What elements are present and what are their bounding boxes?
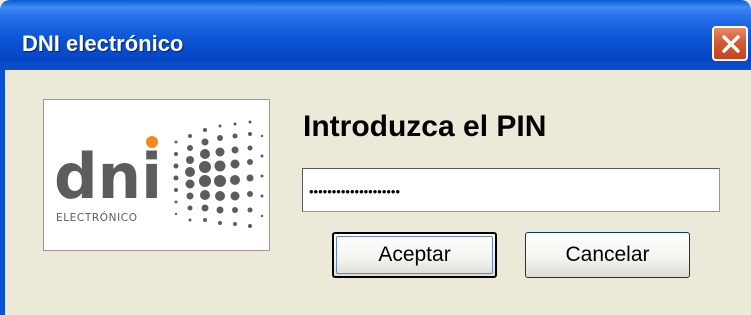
title-bar[interactable]: DNI electrónico	[0, 0, 751, 70]
dni-dots-logo: dni ELECTRÓNICO	[54, 120, 264, 228]
logo-brand-text: dni	[54, 140, 162, 213]
cancel-button-label: Cancelar	[565, 243, 650, 266]
accept-button[interactable]: Aceptar	[332, 232, 497, 278]
dni-pin-dialog: DNI electrónico dni ELECTRÓNICO Introduz…	[0, 0, 751, 315]
cancel-button[interactable]: Cancelar	[525, 232, 690, 278]
logo-subtitle-text: ELECTRÓNICO	[56, 211, 138, 224]
dni-logo: dni ELECTRÓNICO	[43, 99, 270, 251]
pin-input[interactable]	[302, 168, 720, 212]
window-title: DNI electrónico	[22, 31, 184, 56]
logo-dot-grid	[173, 120, 264, 228]
close-x-icon	[722, 35, 740, 53]
pin-prompt-heading: Introduzca el PIN	[303, 110, 547, 143]
logo-accent-dot	[146, 136, 158, 148]
close-button[interactable]	[712, 26, 748, 61]
window-frame-left	[0, 70, 5, 315]
accept-button-focus-ring	[336, 236, 493, 274]
